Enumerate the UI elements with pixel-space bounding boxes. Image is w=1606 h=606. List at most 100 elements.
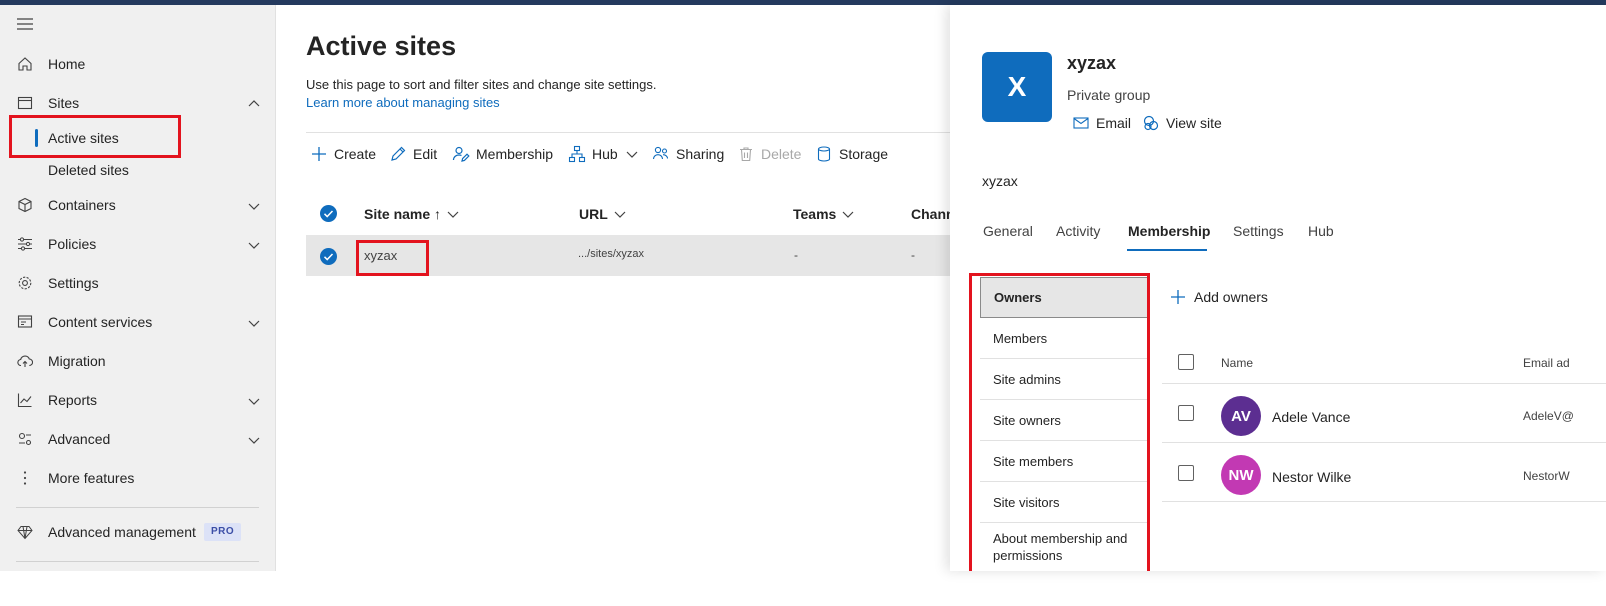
sidebar-item-advanced[interactable]: Advanced: [0, 421, 276, 457]
command-bar-divider: [306, 132, 950, 133]
sharing-icon: [652, 146, 669, 160]
row-checkbox[interactable]: [320, 248, 337, 265]
hamburger-icon[interactable]: [17, 17, 33, 31]
column-header-url[interactable]: URL: [579, 202, 626, 226]
sidebar-item-home[interactable]: Home: [0, 46, 276, 82]
tab-hub[interactable]: Hub: [1308, 223, 1334, 239]
page-title: Active sites: [306, 31, 457, 61]
diamond-icon: [17, 524, 33, 540]
highlight-membership-nav: [969, 273, 1150, 571]
sidebar-subitem-deleted-sites[interactable]: Deleted sites: [0, 155, 276, 185]
site-type: Private group: [1067, 87, 1151, 103]
member-checkbox[interactable]: [1178, 405, 1194, 421]
member-checkbox[interactable]: [1178, 465, 1194, 481]
tab-general[interactable]: General: [983, 223, 1033, 239]
gear-icon: [17, 275, 33, 291]
trash-icon: [740, 147, 752, 162]
teams-cell: -: [794, 248, 798, 262]
sidebar-item-containers[interactable]: Containers: [0, 187, 276, 223]
column-header-email[interactable]: Email ad: [1523, 356, 1570, 370]
column-header-site-name[interactable]: Site name ↑: [364, 202, 459, 226]
sidebar-item-more-features[interactable]: More features: [0, 460, 276, 496]
page-description: Use this page to sort and filter sites a…: [306, 77, 657, 92]
learn-more-link[interactable]: Learn more about managing sites: [306, 95, 500, 110]
site-subtitle: xyzax: [982, 173, 1018, 189]
sidebar-item-label: Containers: [48, 197, 116, 213]
sidebar-item-label: Reports: [48, 392, 98, 408]
content-services-icon: [17, 314, 33, 330]
chevron-down-icon: [842, 211, 854, 218]
url-cell: .../sites/xyzax: [578, 248, 645, 260]
policies-icon: [17, 236, 33, 252]
chevron-down-icon: [447, 211, 459, 218]
chevron-up-icon: [248, 97, 260, 109]
sidebar-item-label: Migration: [48, 353, 106, 369]
add-owners-button[interactable]: Add owners: [1170, 287, 1268, 307]
view-site-link[interactable]: View site: [1142, 113, 1222, 133]
mail-icon: [1073, 117, 1089, 129]
tab-membership[interactable]: Membership: [1128, 223, 1210, 239]
hub-button[interactable]: Hub: [568, 143, 638, 165]
select-all-members-checkbox[interactable]: [1178, 354, 1194, 370]
sidebar-item-label: Content services: [48, 314, 153, 330]
row-divider: [1162, 383, 1606, 384]
chevron-down-icon: [248, 199, 260, 211]
app: Home Sites Active sites Deleted sites Co…: [0, 5, 1606, 606]
column-label: Site name ↑: [364, 206, 442, 222]
sharepoint-icon: [1143, 115, 1159, 131]
sharing-label: Sharing: [676, 146, 725, 162]
view-site-label: View site: [1166, 115, 1222, 131]
sidebar-item-content-services[interactable]: Content services: [0, 304, 276, 340]
sidebar-divider: [16, 561, 259, 562]
tab-settings[interactable]: Settings: [1233, 223, 1284, 239]
sidebar-item-migration[interactable]: Migration: [0, 343, 276, 379]
sidebar-item-label: Advanced: [48, 431, 111, 447]
edit-label: Edit: [413, 146, 438, 162]
pencil-icon: [391, 146, 406, 161]
sites-icon: [17, 95, 33, 111]
delete-label: Delete: [761, 146, 802, 162]
column-label: Chann: [911, 206, 955, 222]
member-email: NestorW: [1523, 469, 1570, 483]
column-header-teams[interactable]: Teams: [793, 202, 854, 226]
pro-badge: PRO: [204, 523, 242, 541]
storage-button[interactable]: Storage: [815, 143, 888, 165]
storage-icon: [817, 146, 831, 162]
sidebar-item-label: Settings: [48, 275, 99, 291]
tab-activity[interactable]: Activity: [1056, 223, 1100, 239]
sidebar-divider: [16, 507, 259, 508]
member-email: AdeleV@: [1523, 409, 1574, 423]
sidebar-item-advanced-management[interactable]: Advanced management PRO: [0, 514, 276, 550]
member-name: Adele Vance: [1272, 409, 1351, 425]
add-owners-label: Add owners: [1194, 289, 1268, 305]
create-button[interactable]: Create: [310, 143, 376, 165]
create-label: Create: [334, 146, 377, 162]
row-divider: [1162, 501, 1606, 502]
sidebar-item-label: Home: [48, 56, 86, 72]
row-divider: [1162, 442, 1606, 443]
sidebar-item-label: Advanced management: [48, 524, 196, 540]
chevron-down-icon: [626, 151, 638, 158]
active-tab-indicator: [1127, 249, 1207, 251]
highlight-site-name: [356, 240, 429, 276]
storage-label: Storage: [839, 146, 889, 162]
sharing-button[interactable]: Sharing: [652, 143, 724, 165]
sidebar: Home Sites Active sites Deleted sites Co…: [0, 5, 276, 571]
plus-icon: [1171, 290, 1185, 304]
sidebar-item-label: Sites: [48, 95, 80, 111]
select-all-checkbox[interactable]: [320, 205, 337, 222]
membership-button[interactable]: Membership: [452, 143, 553, 165]
sidebar-item-policies[interactable]: Policies: [0, 226, 276, 262]
home-icon: [17, 56, 33, 72]
sidebar-item-reports[interactable]: Reports: [0, 382, 276, 418]
email-link[interactable]: Email: [1072, 113, 1131, 133]
delete-button[interactable]: Delete: [737, 143, 801, 165]
sidebar-item-settings[interactable]: Settings: [0, 265, 276, 301]
avatar: NW: [1221, 455, 1261, 495]
chevron-down-icon: [248, 433, 260, 445]
plus-icon: [312, 147, 326, 161]
edit-button[interactable]: Edit: [389, 143, 437, 165]
column-header-channels[interactable]: Chann: [911, 202, 955, 226]
column-header-name[interactable]: Name: [1221, 356, 1253, 370]
more-icon: [17, 470, 33, 486]
